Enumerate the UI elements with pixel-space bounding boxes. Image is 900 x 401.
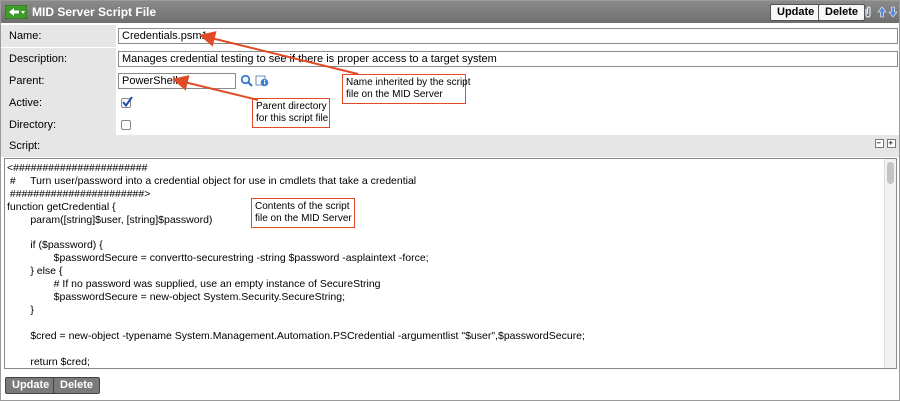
up-arrow-icon[interactable] [877,6,887,18]
paperclip-icon[interactable] [863,6,873,18]
name-value-cell [116,25,899,47]
magnifier-icon[interactable] [240,74,253,87]
directory-row: Directory: [1,114,899,136]
script-editor[interactable]: <####################### # Turn user/pas… [4,158,897,369]
active-label: Active: [1,92,116,114]
expand-icon[interactable] [887,139,896,148]
header-update-button[interactable]: Update [770,4,822,21]
callout-script: Contents of the script file on the MID S… [251,198,355,228]
collapse-icon[interactable] [875,139,884,148]
parent-value-cell [116,70,899,92]
header-delete-button[interactable]: Delete [818,4,866,21]
form-title: MID Server Script File [32,5,157,19]
description-input[interactable] [118,51,898,67]
name-input[interactable] [118,28,898,44]
footer-delete-button[interactable]: Delete [53,377,101,394]
callout-name: Name inherited by the script file on the… [342,74,471,104]
active-checkbox[interactable] [121,96,133,108]
editor-scrollbar[interactable] [884,159,896,368]
description-value-cell [116,48,899,70]
directory-checkbox[interactable] [121,120,131,130]
form-header: MID Server Script File Update Delete [1,1,899,23]
description-row: Description: [1,48,899,70]
name-row: Name: [1,25,899,47]
script-code: <####################### # Turn user/pas… [7,162,585,368]
script-header: Script: [1,135,899,157]
callout-parent: Parent directory for this script file [252,98,330,128]
name-label: Name: [1,25,116,47]
reference-info-icon[interactable] [255,74,269,87]
description-label: Description: [1,48,116,70]
parent-input[interactable] [118,73,236,89]
parent-label: Parent: [1,70,116,92]
script-label: Script: [9,140,41,152]
directory-label: Directory: [1,114,116,136]
down-arrow-icon[interactable] [888,6,898,18]
footer-update-button[interactable]: Update [5,377,57,394]
back-arrow-icon[interactable] [5,5,27,19]
scrollbar-thumb[interactable] [887,162,894,184]
checkmark-icon [122,96,133,108]
